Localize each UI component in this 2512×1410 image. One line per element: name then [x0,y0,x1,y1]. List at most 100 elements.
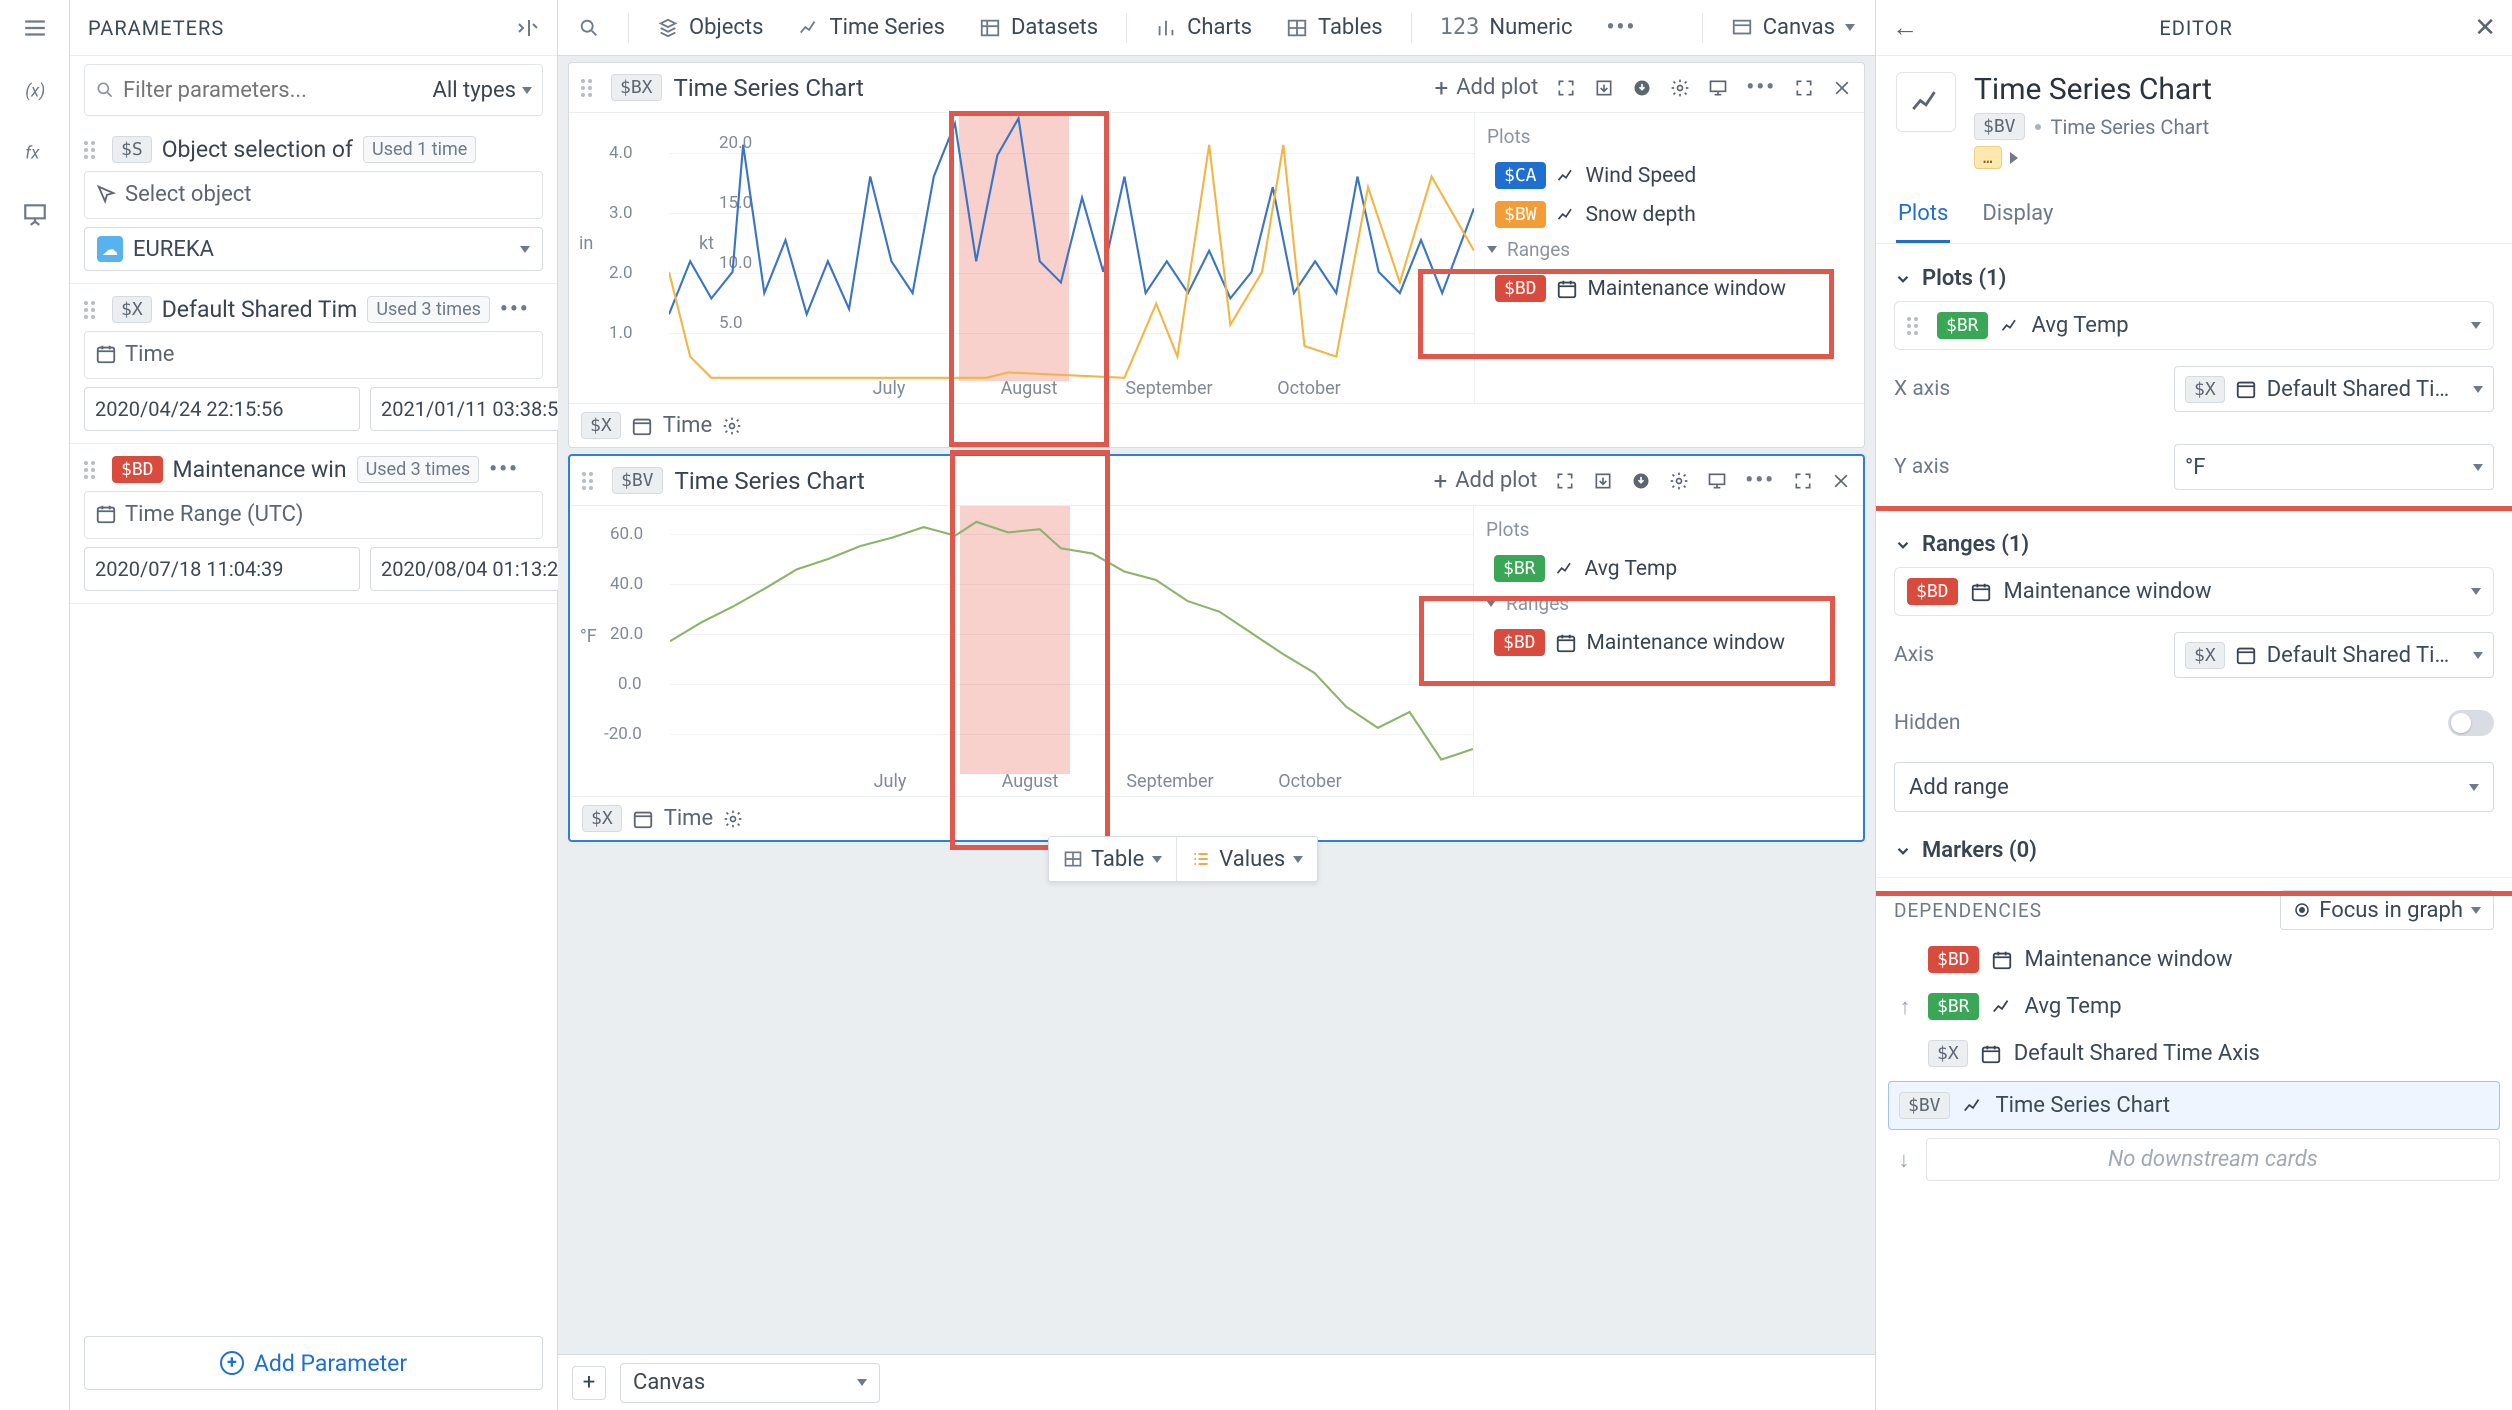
add-range-button[interactable]: Add range [1894,762,2494,812]
settings-icon[interactable] [1670,78,1690,98]
toolbar-datasets[interactable]: Datasets [973,11,1104,44]
chart-1-legend: Plots $CAWind Speed $BWSnow depth Ranges… [1474,113,1864,403]
download-icon[interactable] [1632,78,1652,98]
object-select[interactable]: ☁EUREKA [84,227,543,271]
filter-parameters[interactable]: All types [84,64,543,116]
y-axis-unit: °F [580,626,597,647]
plus-circle-icon: + [220,1351,244,1375]
chart-2-plot-area[interactable]: °F 60.0 40.0 20.0 0.0 -20.0 July August [570,506,1473,796]
legend-wind-speed[interactable]: $CAWind Speed [1487,156,1852,195]
footer-pill: $X [582,805,622,832]
legend-avg-temp[interactable]: $BRAvg Temp [1486,549,1851,588]
dep-time-series-chart[interactable]: $BV Time Series Chart [1888,1081,2500,1130]
section-ranges[interactable]: Ranges (1) [1894,522,2494,567]
drag-handle-icon[interactable] [1907,317,1925,335]
dep-default-time-axis[interactable]: $X Default Shared Time Axis [1876,1030,2512,1077]
settings-icon[interactable] [1669,471,1689,491]
popover-table[interactable]: Table [1049,837,1176,881]
tab-plots[interactable]: Plots [1896,187,1950,243]
toolbar-more[interactable]: ••• [1601,11,1643,44]
chevron-down-icon [1894,842,1912,860]
chevron-down-icon [1293,856,1303,863]
drag-handle-icon[interactable] [84,301,102,319]
ellipsis-pill[interactable]: … [1974,146,2002,169]
present-icon[interactable] [1707,471,1727,491]
section-markers[interactable]: Markers (0) [1894,828,2494,873]
chevron-down-icon [2471,322,2481,329]
line-chart-icon [1555,559,1575,579]
more-menu[interactable]: ••• [489,457,519,482]
close-icon[interactable] [1831,471,1851,491]
fit-icon[interactable] [1556,78,1576,98]
axis-select[interactable]: $X Default Shared Ti… [2174,632,2494,678]
more-icon[interactable]: ••• [1746,75,1776,100]
arrow-down-icon: ↓ [1894,1147,1914,1173]
focus-in-graph-button[interactable]: Focus in graph [2280,890,2494,930]
collapse-panel-icon[interactable] [515,16,539,40]
legend-maintenance-window-1[interactable]: $BDMaintenance window [1487,269,1852,308]
add-plot-button[interactable]: +Add plot [1435,74,1539,102]
section-plots[interactable]: Plots (1) [1894,256,2494,301]
drag-handle-icon[interactable] [582,472,600,490]
save-layout-icon[interactable] [1594,78,1614,98]
gear-icon[interactable] [722,416,742,436]
search-button[interactable] [572,13,606,43]
chart-card-1[interactable]: $BX Time Series Chart +Add plot ••• [568,62,1865,448]
present-icon[interactable] [1708,78,1728,98]
close-icon[interactable] [1832,78,1852,98]
dependencies-title: DEPENDENCIES [1894,899,2042,922]
more-icon[interactable]: ••• [1745,468,1775,493]
hidden-toggle[interactable] [2448,710,2494,736]
canvas-select[interactable]: Canvas [620,1363,880,1403]
download-icon[interactable] [1631,471,1651,491]
toolbar-numeric[interactable]: 123Numeric [1434,11,1579,44]
toolbar-canvas-dropdown[interactable]: Canvas [1725,11,1861,44]
menu-icon[interactable] [19,12,51,44]
calendar-icon [632,808,654,830]
more-menu[interactable]: ••• [500,297,530,322]
time-start-input[interactable] [84,387,360,431]
fullscreen-icon[interactable] [1794,78,1814,98]
calendar-icon [2235,378,2257,400]
types-dropdown[interactable]: All types [433,78,533,103]
add-plot-button[interactable]: +Add plot [1434,467,1538,495]
line-chart-icon [1556,205,1576,225]
chart-1-plot-area[interactable]: in kt 4.0 3.0 2.0 1.0 20.0 15.0 10.0 5.0 [569,113,1474,403]
presentation-icon[interactable] [19,198,51,230]
save-layout-icon[interactable] [1593,471,1613,491]
maint-start-input[interactable] [84,547,360,591]
popover-values[interactable]: Values [1176,837,1317,881]
fullscreen-icon[interactable] [1793,471,1813,491]
tab-display[interactable]: Display [1980,187,2055,243]
editor-close-button[interactable]: ✕ [2474,13,2496,43]
toolbar-charts[interactable]: Charts [1149,11,1258,44]
drag-handle-icon[interactable] [84,461,102,479]
fx-icon[interactable]: fx [19,136,51,168]
legend-maintenance-window-2[interactable]: $BDMaintenance window [1486,623,1851,662]
toolbar-objects[interactable]: Objects [651,11,770,44]
formula-x-icon[interactable]: (x) [19,74,51,106]
chevron-down-icon [1845,24,1855,31]
editor-back-button[interactable]: ← [1892,12,1918,43]
range-row-maintenance[interactable]: $BD Maintenance window [1894,567,2494,616]
filter-parameters-input[interactable] [123,78,425,103]
dep-avg-temp[interactable]: ↑ $BR Avg Temp [1876,983,2512,1030]
axis-label: Axis [1894,643,1934,667]
chart-pill: $BX [611,74,662,101]
dep-maintenance-window[interactable]: $BD Maintenance window [1876,936,2512,983]
drag-handle-icon[interactable] [581,79,599,97]
plot-row-avg-temp[interactable]: $BR Avg Temp [1894,301,2494,350]
add-parameter-button[interactable]: + Add Parameter [84,1336,543,1390]
add-canvas-button[interactable]: + [572,1366,606,1400]
legend-snow-depth[interactable]: $BWSnow depth [1487,195,1852,234]
legend-ranges-title: Ranges [1486,592,1851,615]
xaxis-select[interactable]: $X Default Shared Ti… [2174,366,2494,412]
gear-icon[interactable] [723,809,743,829]
yaxis-select[interactable]: °F [2174,444,2494,490]
drag-handle-icon[interactable] [84,141,102,159]
toolbar-time-series[interactable]: Time Series [792,11,951,44]
toolbar-tables[interactable]: Tables [1280,11,1389,44]
fit-icon[interactable] [1555,471,1575,491]
chart-card-2[interactable]: $BV Time Series Chart +Add plot ••• [568,454,1865,842]
chart-title: Time Series Chart [674,74,864,102]
